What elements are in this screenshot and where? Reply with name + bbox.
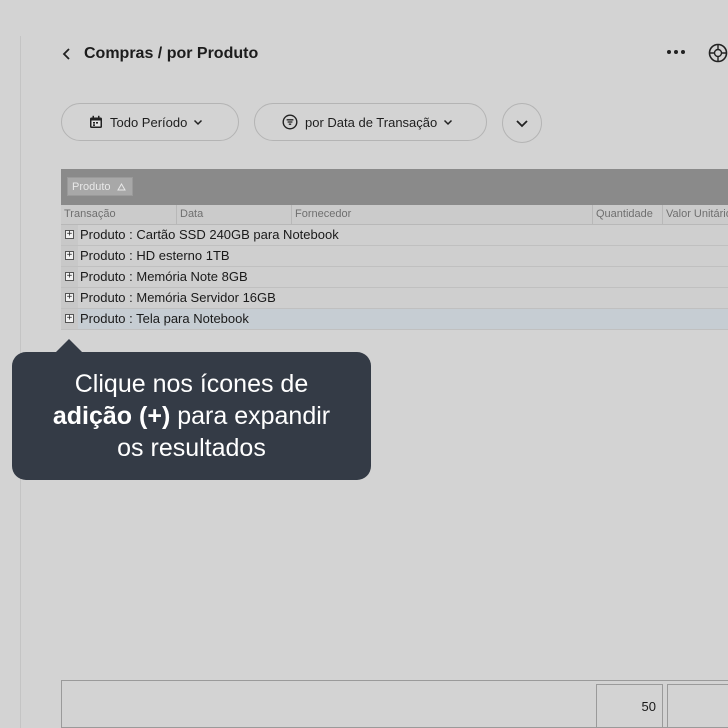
globe-button[interactable] <box>705 40 728 66</box>
more-horizontal-icon <box>667 50 685 54</box>
tutorial-tooltip: Clique nos ícones de adição (+) para exp… <box>12 339 371 480</box>
globe-icon <box>708 43 728 63</box>
tooltip-bold-text: adição (+) <box>52 402 171 430</box>
back-button[interactable] <box>62 40 74 68</box>
column-header-data[interactable]: Data <box>177 205 292 224</box>
totals-footer: 50 <box>61 680 728 728</box>
expand-plus-icon[interactable]: + <box>65 272 74 281</box>
chevron-down-icon <box>516 119 528 127</box>
chevron-down-icon <box>443 119 453 126</box>
filter-icon <box>282 114 298 130</box>
expand-plus-icon[interactable]: + <box>65 230 74 239</box>
row-label: Produto : Memória Servidor 16GB <box>80 290 276 305</box>
row-label: Produto : Cartão SSD 240GB para Notebook <box>80 227 339 242</box>
page-header: Compras / por Produto <box>62 40 258 68</box>
column-header-fornecedor[interactable]: Fornecedor <box>292 205 593 224</box>
column-headers: Transação Data Fornecedor Quantidade Val… <box>61 205 728 225</box>
group-by-panel: Produto <box>61 169 728 205</box>
group-chip-produto[interactable]: Produto <box>67 177 133 196</box>
sort-triangle-icon <box>116 182 126 190</box>
tooltip-arrow <box>55 339 83 353</box>
grouped-rows: + Produto : Cartão SSD 240GB para Notebo… <box>61 225 728 330</box>
table-row[interactable]: + Produto : Memória Note 8GB <box>61 267 728 288</box>
calendar-icon <box>89 115 103 129</box>
tooltip-line-3: os resultados <box>117 434 266 462</box>
expand-plus-icon[interactable]: + <box>65 251 74 260</box>
page-title: Compras / por Produto <box>84 45 259 62</box>
tooltip-line-2: adição (+) para expandir <box>12 400 371 432</box>
tooltip-line-1: Clique nos ícones de <box>74 370 309 398</box>
chevron-down-icon <box>193 119 203 126</box>
chevron-left-icon <box>62 48 70 60</box>
table-row[interactable]: + Produto : Cartão SSD 240GB para Notebo… <box>61 225 728 246</box>
order-filter-label: por Data de Transação <box>305 114 438 130</box>
tooltip-line-2-rest: para expandir <box>170 402 331 430</box>
group-chip-label: Produto <box>72 180 111 193</box>
more-options-button[interactable] <box>662 40 690 64</box>
period-filter-button[interactable]: Todo Período <box>61 103 239 141</box>
column-header-valor-unitario[interactable]: Valor Unitário <box>663 205 728 224</box>
table-row-selected[interactable]: + Produto : Tela para Notebook <box>61 309 728 330</box>
row-label: Produto : Memória Note 8GB <box>80 269 248 284</box>
expand-plus-icon[interactable]: + <box>65 293 74 302</box>
column-header-quantidade[interactable]: Quantidade <box>593 205 663 224</box>
quantity-total: 50 <box>596 684 663 728</box>
row-label: Produto : Tela para Notebook <box>80 311 249 326</box>
column-header-transacao[interactable]: Transação <box>61 205 177 224</box>
unit-value-total <box>667 684 728 728</box>
expand-plus-icon[interactable]: + <box>65 314 74 323</box>
row-label: Produto : HD esterno 1TB <box>80 248 230 263</box>
period-filter-label: Todo Período <box>110 114 188 130</box>
order-filter-button[interactable]: por Data de Transação <box>254 103 487 141</box>
expand-filters-button[interactable] <box>502 103 542 143</box>
table-row[interactable]: + Produto : HD esterno 1TB <box>61 246 728 267</box>
table-row[interactable]: + Produto : Memória Servidor 16GB <box>61 288 728 309</box>
